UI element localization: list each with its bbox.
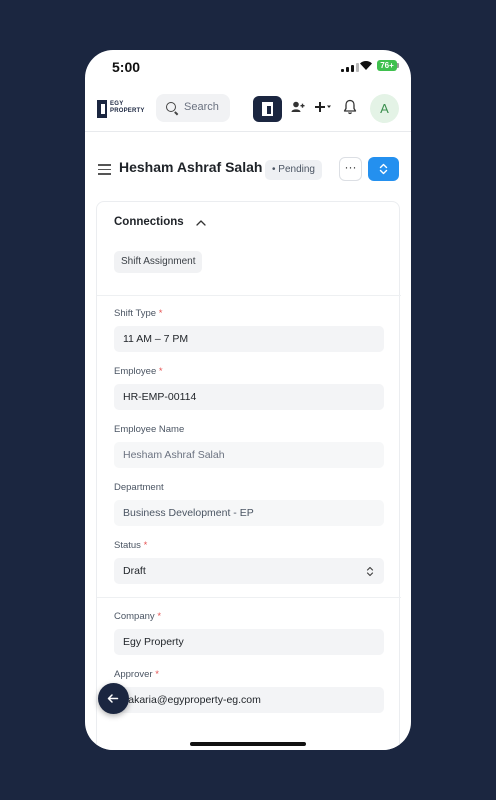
status-label: Status * — [114, 540, 148, 551]
form-card: Connections Shift Assignment Shift Type … — [96, 201, 401, 750]
employee-field[interactable]: HR-EMP-00114 — [114, 384, 384, 410]
employee-name-label: Employee Name — [114, 424, 185, 435]
menu-icon[interactable] — [98, 164, 111, 178]
battery-tip — [397, 63, 399, 68]
connections-title[interactable]: Connections — [114, 216, 184, 228]
home-indicator — [190, 742, 306, 746]
status-badge-label: Pending — [278, 164, 315, 175]
shift-type-label: Shift Type * — [114, 308, 163, 319]
employee-name-field: Hesham Ashraf Salah — [114, 442, 384, 468]
battery-icon: 76+ — [377, 60, 397, 71]
sort-arrows-icon — [379, 163, 388, 175]
arrow-left-icon — [107, 694, 119, 703]
logo-text-line2: PROPERTY — [110, 108, 145, 114]
chevron-up-icon[interactable] — [196, 219, 206, 226]
logo-mark-icon — [97, 100, 107, 118]
user-avatar[interactable]: A — [370, 94, 399, 123]
status-bar: 5:00 76+ — [85, 50, 411, 84]
company-field[interactable]: Egy Property — [114, 629, 384, 655]
bell-icon[interactable] — [343, 99, 357, 115]
search-label: Search — [184, 101, 219, 113]
section-divider — [97, 597, 401, 598]
company-label: Company * — [114, 611, 162, 622]
egy-property-logo[interactable]: EGY PROPERTY — [97, 99, 145, 121]
select-arrows-icon — [366, 566, 374, 577]
add-user-icon[interactable] — [291, 100, 305, 114]
plus-dropdown-icon[interactable] — [314, 100, 332, 114]
approver-field[interactable]: zakaria@egyproperty-eg.com — [114, 687, 384, 713]
department-field: Business Development - EP — [114, 500, 384, 526]
cellular-signal-icon — [341, 63, 359, 72]
logo-text-line1: EGY — [110, 101, 124, 107]
page-title: Hesham Ashraf Salah — [119, 159, 263, 175]
wifi-icon — [360, 61, 372, 70]
approver-label: Approver * — [114, 669, 159, 680]
search-icon — [166, 102, 176, 112]
primary-action-button[interactable] — [368, 157, 399, 181]
department-label: Department — [114, 482, 164, 493]
status-badge: • Pending — [265, 160, 322, 180]
back-button[interactable] — [98, 683, 129, 714]
section-divider — [97, 295, 401, 296]
shift-assignment-link[interactable]: Shift Assignment — [114, 251, 203, 273]
top-navbar: EGY PROPERTY Search A — [85, 88, 411, 132]
more-actions-button[interactable]: ··· — [339, 157, 362, 181]
status-time: 5:00 — [112, 59, 141, 75]
app-logo-icon[interactable] — [253, 96, 282, 122]
search-button[interactable]: Search — [156, 94, 230, 122]
status-select-value: Draft — [123, 565, 146, 577]
employee-label: Employee * — [114, 366, 163, 377]
shift-type-field[interactable]: 11 AM – 7 PM — [114, 326, 384, 352]
status-select[interactable]: Draft — [114, 558, 384, 584]
page-header: Hesham Ashraf Salah • Pending ··· — [85, 150, 411, 184]
phone-frame: 5:00 76+ EGY PROPERTY Search A Hesham As… — [85, 50, 411, 750]
